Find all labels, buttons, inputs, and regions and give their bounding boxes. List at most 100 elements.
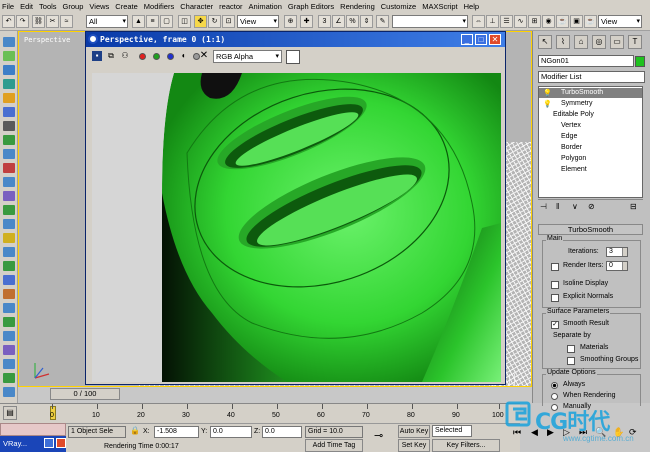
- iterations-spinner[interactable]: 3: [606, 247, 628, 257]
- stack-item-edge[interactable]: Edge: [539, 132, 642, 142]
- time-slider[interactable]: 0 / 100: [50, 388, 120, 400]
- material-editor-icon[interactable]: ◉: [542, 15, 555, 28]
- z-coordinate-field[interactable]: 0.0: [262, 426, 302, 438]
- tool-icon[interactable]: [3, 121, 15, 131]
- tool-icon[interactable]: [3, 331, 15, 341]
- red-channel-icon[interactable]: [139, 53, 146, 60]
- menu-customize[interactable]: Customize: [381, 2, 416, 11]
- pin-stack-icon[interactable]: ⊣: [540, 202, 547, 211]
- tool-icon[interactable]: [3, 247, 15, 257]
- move-icon[interactable]: ✥: [194, 15, 207, 28]
- menu-reactor[interactable]: reactor: [219, 2, 242, 11]
- tool-icon[interactable]: [3, 163, 15, 173]
- explicit-normals-checkbox[interactable]: [551, 294, 559, 302]
- spinner-snap-icon[interactable]: ⇕: [360, 15, 373, 28]
- stack-item-vertex[interactable]: Vertex: [539, 121, 642, 131]
- stack-item-symmetry[interactable]: Symmetry: [539, 99, 642, 109]
- key-mode-select[interactable]: Selected: [432, 425, 472, 437]
- scale-icon[interactable]: ⊡: [222, 15, 235, 28]
- menu-character[interactable]: Character: [180, 2, 213, 11]
- snap-3d-icon[interactable]: 3: [318, 15, 331, 28]
- stack-item-editable-poly[interactable]: Editable Poly: [539, 110, 642, 120]
- tool-icon[interactable]: [3, 93, 15, 103]
- curve-editor-icon[interactable]: ∿: [514, 15, 527, 28]
- clone-icon[interactable]: ⧉: [106, 51, 116, 61]
- menu-help[interactable]: Help: [464, 2, 479, 11]
- menu-rendering[interactable]: Rendering: [340, 2, 375, 11]
- maxscript-listener[interactable]: [0, 423, 66, 436]
- tool-icon[interactable]: [3, 345, 15, 355]
- tool-icon[interactable]: [3, 65, 15, 75]
- render-setup-icon[interactable]: ☕: [556, 15, 569, 28]
- add-time-tag-button[interactable]: Add Time Tag: [305, 439, 363, 452]
- tool-icon[interactable]: [3, 191, 15, 201]
- menu-maxscript[interactable]: MAXScript: [422, 2, 457, 11]
- layer-manager-icon[interactable]: ☰: [500, 15, 513, 28]
- close-icon[interactable]: [56, 438, 66, 448]
- select-by-name-icon[interactable]: ≡: [146, 15, 159, 28]
- link-icon[interactable]: ⛓: [32, 15, 45, 28]
- smoothing-groups-checkbox[interactable]: [567, 357, 575, 365]
- align-icon[interactable]: ⊥: [486, 15, 499, 28]
- mini-curve-editor-icon[interactable]: ▤: [3, 406, 17, 420]
- object-color-swatch[interactable]: [635, 56, 645, 67]
- tool-icon[interactable]: [3, 387, 15, 397]
- bind-icon[interactable]: ≈: [60, 15, 73, 28]
- menu-create[interactable]: Create: [115, 2, 138, 11]
- tool-icon[interactable]: [3, 219, 15, 229]
- tool-icon[interactable]: [3, 303, 15, 313]
- modifier-list-select[interactable]: Modifier List: [538, 71, 645, 83]
- mirror-icon[interactable]: ⇔: [472, 15, 485, 28]
- reference-coord-select[interactable]: View: [237, 15, 279, 28]
- tool-icon[interactable]: [3, 275, 15, 285]
- lightbulb-icon[interactable]: 💡: [543, 100, 552, 108]
- key-filters-button[interactable]: Key Filters...: [432, 439, 500, 452]
- undo-icon[interactable]: ↶: [2, 15, 15, 28]
- pivot-icon[interactable]: ⊕: [284, 15, 297, 28]
- configure-sets-icon[interactable]: ⊟: [630, 202, 637, 211]
- turbosmooth-rollout-header[interactable]: TurboSmooth: [538, 224, 643, 235]
- stack-item-turbosmooth[interactable]: TurboSmooth: [539, 88, 642, 98]
- track-bar[interactable]: ▤ 0 10 20 30 40 50 60 70 80 90 100: [0, 403, 520, 423]
- tool-icon[interactable]: [3, 205, 15, 215]
- stack-item-element[interactable]: Element: [539, 165, 642, 175]
- display-tab-icon[interactable]: ▭: [610, 35, 624, 49]
- blue-channel-icon[interactable]: [167, 53, 174, 60]
- menu-tools[interactable]: Tools: [39, 2, 57, 11]
- menu-file[interactable]: File: [2, 2, 14, 11]
- menu-animation[interactable]: Animation: [249, 2, 282, 11]
- menu-views[interactable]: Views: [89, 2, 109, 11]
- tool-icon[interactable]: [3, 289, 15, 299]
- stack-item-border[interactable]: Border: [539, 143, 642, 153]
- viewport-label[interactable]: Perspective: [24, 36, 70, 44]
- tool-icon[interactable]: [3, 317, 15, 327]
- menu-group[interactable]: Group: [63, 2, 84, 11]
- lightbulb-icon[interactable]: 💡: [543, 89, 552, 97]
- x-coordinate-field[interactable]: -1.508: [154, 426, 199, 438]
- tool-icon[interactable]: [3, 177, 15, 187]
- show-end-result-icon[interactable]: ‖: [556, 202, 559, 211]
- tool-icon[interactable]: [3, 149, 15, 159]
- motion-tab-icon[interactable]: ◎: [592, 35, 606, 49]
- angle-snap-icon[interactable]: ∠: [332, 15, 345, 28]
- select-icon[interactable]: ▲: [132, 15, 145, 28]
- tool-icon[interactable]: [3, 373, 15, 383]
- render-type-select[interactable]: View: [598, 15, 642, 28]
- always-radio[interactable]: [551, 382, 558, 389]
- tool-icon[interactable]: [3, 51, 15, 61]
- tool-icon[interactable]: [3, 37, 15, 47]
- auto-key-button[interactable]: Auto Key: [398, 425, 430, 438]
- tool-icon[interactable]: [3, 261, 15, 271]
- named-selection-icon[interactable]: ✎: [376, 15, 389, 28]
- unlink-icon[interactable]: ✂: [46, 15, 59, 28]
- percent-snap-icon[interactable]: %: [346, 15, 359, 28]
- minimize-button[interactable]: _: [461, 34, 473, 45]
- save-icon[interactable]: ▪: [92, 51, 102, 61]
- color-swatch[interactable]: [286, 50, 300, 64]
- render-frame-icon[interactable]: ▣: [570, 15, 583, 28]
- tool-icon[interactable]: [3, 107, 15, 117]
- maximize-button[interactable]: □: [475, 34, 487, 45]
- y-coordinate-field[interactable]: 0.0: [210, 426, 252, 438]
- modify-tab-icon[interactable]: ⌇: [556, 35, 570, 49]
- tool-icon[interactable]: [3, 233, 15, 243]
